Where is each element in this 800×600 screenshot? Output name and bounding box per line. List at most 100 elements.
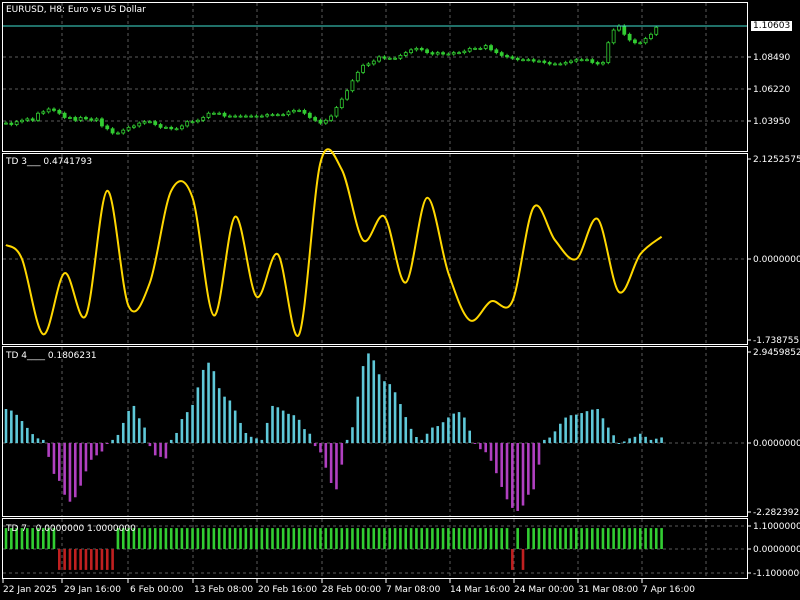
td4-bar — [372, 360, 376, 443]
candle-body — [409, 49, 413, 54]
td4-bar — [548, 437, 551, 443]
time-axis-label: 29 Jan 16:00 — [64, 585, 121, 595]
candle-body — [425, 49, 429, 54]
time-axis-label: 31 Mar 08:00 — [578, 585, 638, 595]
td7-bar — [521, 549, 525, 570]
td4-bar — [308, 433, 312, 443]
time-axis-label: 14 Mar 16:00 — [450, 585, 510, 595]
trading-chart[interactable]: 1.08490 1.06220 1.03950 2.1252575 0.0000… — [0, 0, 800, 600]
td7-bar — [329, 528, 333, 549]
candle-body — [627, 33, 632, 41]
td4-bar — [31, 434, 34, 443]
td7-bar — [180, 528, 184, 549]
td4-bar — [441, 422, 445, 443]
candle-body — [435, 52, 440, 55]
td4-bar — [223, 396, 226, 443]
td7-bar — [489, 528, 493, 549]
td7-axis-label: 1.1000000 — [753, 522, 800, 532]
candle-body — [100, 118, 104, 127]
td7-bar — [68, 549, 72, 570]
td4-bar — [580, 413, 583, 443]
candle-body — [297, 110, 302, 112]
td7-bar — [617, 528, 621, 549]
candle-body — [478, 48, 483, 50]
candle-body — [579, 59, 584, 62]
td7-bar — [201, 528, 205, 549]
td7-bar — [287, 528, 290, 549]
td7-bar — [415, 528, 418, 549]
td4-bar — [377, 374, 381, 443]
td4-legend-value: 0.1806231 — [47, 351, 97, 361]
td7-bar — [335, 528, 338, 549]
candle-body — [323, 119, 328, 124]
candle-body — [590, 59, 595, 63]
td7-bar — [383, 528, 386, 549]
td4-bar — [473, 443, 477, 444]
candle-body — [414, 48, 419, 51]
td7-bar — [148, 528, 152, 549]
candle-body — [398, 55, 403, 59]
candle-body — [505, 55, 509, 58]
td4-bar — [612, 435, 615, 443]
td7-bar — [367, 528, 370, 549]
td4-bar — [132, 405, 136, 443]
td7-bar — [559, 528, 562, 549]
candle-body — [393, 57, 397, 60]
td4-bar — [537, 443, 541, 465]
td7-bar — [239, 528, 242, 549]
td7-bar — [500, 528, 503, 549]
td4-bar — [521, 443, 525, 506]
td7-bar — [89, 549, 93, 570]
td4-bar — [111, 439, 114, 443]
td7-bar — [569, 528, 573, 549]
td7-bar — [388, 528, 392, 549]
td7-bar — [164, 528, 168, 549]
td4-bar — [388, 384, 392, 443]
td3-axis-label: -1.7387551 — [753, 336, 800, 346]
candle-body — [462, 50, 467, 54]
td7-bar — [543, 528, 546, 549]
candle-body — [446, 53, 451, 56]
candle-body — [94, 118, 99, 121]
td4-bar — [654, 438, 658, 443]
td7-bar — [511, 549, 514, 570]
td7-legend-name: TD 7 — [6, 524, 28, 534]
td4-bar — [564, 417, 567, 443]
td4-bar — [217, 388, 221, 443]
td4-bar — [84, 443, 88, 472]
candle-body — [57, 110, 62, 114]
td7-bar — [265, 528, 269, 549]
td4-bar — [191, 404, 194, 443]
td4-bar — [351, 427, 354, 443]
td3-legend-name: TD 3___ — [6, 157, 41, 167]
td4-bar — [617, 443, 621, 444]
candle-body — [377, 56, 382, 62]
td7-bar — [591, 528, 594, 549]
candle-body — [132, 125, 136, 128]
td4-axis-label: 2.9459852 — [753, 348, 800, 358]
td7-bar — [196, 528, 200, 549]
td4-bar — [95, 443, 98, 456]
td7-axis-label: 0.0000000 — [753, 545, 800, 555]
time-axis-label: 28 Feb 00:00 — [322, 585, 381, 595]
td4-bar — [249, 436, 253, 443]
candle-body — [89, 118, 94, 121]
td7-bar — [463, 528, 466, 549]
candle-body — [265, 114, 270, 117]
candle-body — [382, 56, 387, 59]
candle-body — [217, 112, 222, 115]
candle-body — [174, 128, 179, 131]
td7-bar — [479, 528, 482, 549]
candle-body — [169, 126, 174, 130]
candle-body — [137, 122, 142, 127]
td7-axis-label: -1.1000000 — [753, 569, 800, 579]
td7-bar — [420, 528, 424, 549]
candle-body — [350, 80, 355, 92]
time-axis-label: 20 Feb 16:00 — [258, 585, 317, 595]
td7-bar — [260, 528, 264, 549]
td4-bar — [148, 443, 152, 447]
td7-bar — [308, 528, 312, 549]
td7-bar — [575, 528, 578, 549]
td4-bar — [175, 432, 178, 443]
td7-bar — [345, 528, 349, 549]
